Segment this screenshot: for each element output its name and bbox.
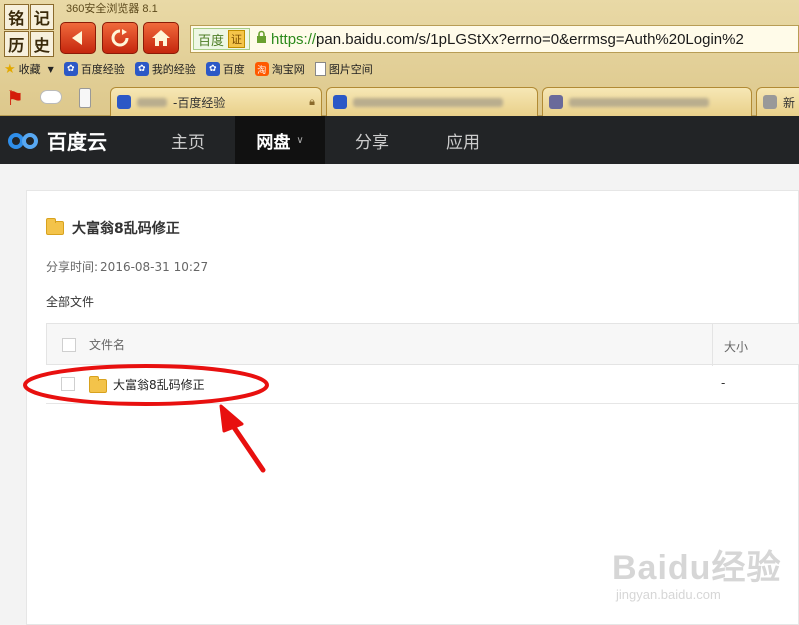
lock-icon: 🔒︎ (309, 95, 315, 108)
tab-title: -百度经验 (173, 95, 226, 110)
bookmark-label: 淘宝网 (271, 63, 305, 76)
browser-logo: 铭 记 历 史 (4, 4, 54, 57)
bookmarks-bar: ★ 收藏 ▼ ✿ 百度经验 ✿ 我的经验 ✿ 百度 淘 淘宝网 图片空间 (4, 59, 373, 79)
folder-icon (46, 218, 64, 235)
share-time-label: 分享时间: (46, 260, 99, 274)
bookmark-label: 百度 (222, 63, 245, 76)
nav-netdisk-label: 网盘 (256, 132, 291, 153)
baidu-paw-icon (333, 95, 347, 109)
breadcrumb[interactable]: 全部文件 (46, 293, 94, 310)
star-icon: ★ (4, 61, 16, 77)
page-icon (549, 95, 563, 109)
redacted-text (569, 97, 709, 107)
share-header: 大富翁8乱码修正 (46, 218, 180, 238)
browser-tab[interactable]: -百度经验 🔒︎ (110, 87, 322, 116)
bookmark-favorites[interactable]: ★ 收藏 ▼ (4, 61, 54, 77)
logo-char: 史 (29, 31, 54, 57)
bookmark-label: 收藏 (18, 63, 41, 76)
share-title: 大富翁8乱码修正 (72, 221, 180, 237)
bookmark-label: 我的经验 (151, 63, 196, 76)
certificate-badge[interactable]: 证 (228, 30, 246, 48)
browser-tab[interactable]: 新 (756, 87, 799, 116)
column-divider (712, 324, 713, 366)
column-name-header[interactable]: 文件名 (89, 336, 125, 353)
watermark-brand: Baidu经验 (612, 549, 782, 587)
watermark-url: jingyan.baidu.com (616, 587, 721, 602)
phone-icon[interactable] (79, 88, 91, 108)
bookmark-item[interactable]: 图片空间 (314, 61, 373, 77)
redacted-text (137, 97, 167, 107)
logo-char: 记 (29, 4, 54, 30)
bookmark-item[interactable]: ✿ 百度 (205, 61, 245, 77)
nav-home[interactable]: 主页 (150, 116, 226, 164)
cloud-logo-icon (8, 129, 42, 153)
baidu-jingyan-watermark: Baidu经验 jingyan.baidu.com (612, 540, 781, 602)
nav-apps[interactable]: 应用 (425, 116, 501, 164)
chevron-down-icon: ▼ (47, 64, 54, 74)
logo-char: 铭 (4, 4, 29, 30)
baidu-paw-icon (117, 95, 131, 109)
url-path: /s/1pLGStXx?errno=0&errmsg=Auth%20Login%… (414, 30, 744, 48)
redacted-text (353, 97, 503, 107)
page-icon (763, 95, 777, 109)
bookmark-item[interactable]: ✿ 我的经验 (134, 61, 196, 77)
browser-chrome: 铭 记 历 史 360安全浏览器 8.1 百度 证 https://pan.ba… (0, 0, 799, 116)
url-text[interactable]: https://pan.baidu.com/s/1pLGStXx?errno=0… (271, 31, 744, 48)
file-size: - (721, 376, 726, 390)
reload-button[interactable] (102, 22, 138, 54)
logo-char: 历 (4, 31, 29, 57)
column-size-header[interactable]: 大小 (724, 338, 748, 355)
chevron-down-icon: ∨ (296, 134, 304, 146)
browser-title: 360安全浏览器 8.1 (66, 3, 158, 15)
browser-tab[interactable] (542, 87, 752, 116)
row-checkbox[interactable] (61, 377, 75, 391)
bookmark-item[interactable]: 淘 淘宝网 (254, 61, 305, 77)
tab-strip: ⚑ -百度经验 🔒︎ 新 (0, 84, 799, 116)
brand-name: 百度云 (47, 130, 107, 154)
search-engine-label: 百度 (198, 32, 225, 48)
nav-netdisk[interactable]: 网盘 ∨ (235, 116, 325, 164)
nav-apps-label: 应用 (446, 132, 480, 153)
home-icon (152, 30, 170, 46)
nav-home-label: 主页 (171, 132, 205, 153)
page-icon (314, 62, 326, 76)
address-bar[interactable]: 百度 证 https://pan.baidu.com/s/1pLGStXx?er… (190, 25, 799, 53)
reload-icon (111, 29, 129, 47)
tab-title: 新 (783, 95, 796, 110)
cloud-icon[interactable] (40, 90, 62, 104)
baidu-paw-icon: ✿ (205, 62, 220, 76)
share-time-value: 2016-08-31 10:27 (100, 260, 209, 274)
file-name-link[interactable]: 大富翁8乱码修正 (113, 376, 205, 393)
taobao-icon: 淘 (254, 62, 269, 76)
file-table-header: 文件名 大小 (46, 323, 799, 366)
home-button[interactable] (143, 22, 179, 54)
flag-icon[interactable]: ⚑ (6, 86, 24, 110)
bookmark-label: 百度经验 (80, 63, 125, 76)
baidu-paw-icon: ✿ (134, 62, 149, 76)
browser-tab[interactable] (326, 87, 538, 116)
back-button[interactable] (60, 22, 96, 54)
baidu-paw-icon: ✿ (63, 62, 78, 76)
url-host: pan.baidu.com (316, 30, 415, 48)
url-scheme: https:// (271, 30, 317, 48)
select-all-checkbox[interactable] (62, 338, 76, 352)
search-engine-selector[interactable]: 百度 证 (193, 28, 251, 50)
bookmark-item[interactable]: ✿ 百度经验 (63, 61, 125, 77)
top-navigation: 百度云 主页 网盘 ∨ 分享 应用 (0, 116, 799, 164)
nav-share[interactable]: 分享 (334, 116, 410, 164)
brand-logo[interactable]: 百度云 (8, 126, 107, 155)
share-time: 分享时间: 2016-08-31 10:27 (46, 258, 208, 275)
back-arrow-icon (72, 31, 82, 45)
nav-share-label: 分享 (355, 132, 389, 153)
lock-icon (256, 30, 267, 48)
folder-icon (89, 376, 107, 393)
bookmark-label: 图片空间 (328, 63, 373, 76)
table-row[interactable]: 大富翁8乱码修正 - (46, 366, 799, 404)
